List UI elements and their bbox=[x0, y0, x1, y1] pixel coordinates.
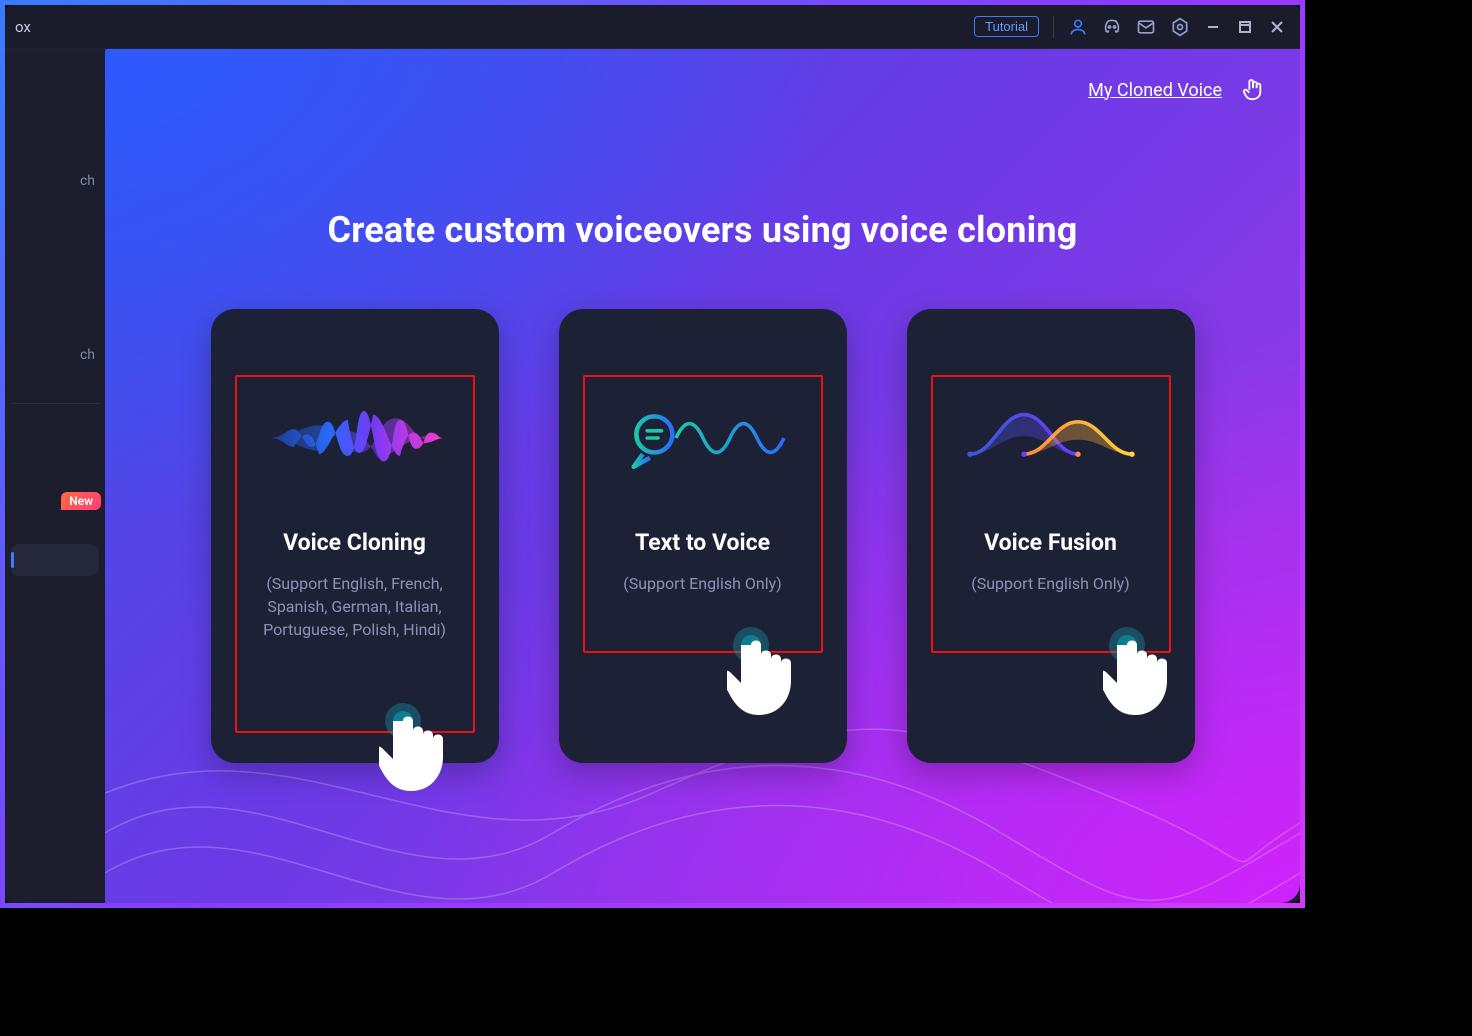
sidebar-item-selected[interactable] bbox=[11, 544, 99, 576]
sidebar-separator bbox=[11, 403, 99, 404]
body: ch ch New bbox=[5, 49, 1300, 903]
highlight-box: Text to Voice (Support English Only) bbox=[583, 375, 823, 653]
card-voice-cloning[interactable]: Voice Cloning (Support English, French, … bbox=[211, 309, 499, 763]
highlight-box: Voice Cloning (Support English, French, … bbox=[235, 375, 475, 733]
card-title: Text to Voice bbox=[635, 529, 770, 556]
maximize-button[interactable] bbox=[1236, 18, 1254, 36]
sidebar-item[interactable]: ch bbox=[5, 157, 105, 205]
card-subtitle: (Support English Only) bbox=[969, 572, 1132, 595]
settings-icon[interactable] bbox=[1170, 17, 1190, 37]
highlight-box: Voice Fusion (Support English Only) bbox=[931, 375, 1171, 653]
cards-row: Voice Cloning (Support English, French, … bbox=[105, 309, 1300, 763]
sidebar-item[interactable]: New bbox=[5, 476, 105, 526]
sidebar-item-label: ch bbox=[80, 347, 95, 363]
minimize-button[interactable] bbox=[1204, 18, 1222, 36]
feedback-icon[interactable] bbox=[1242, 77, 1264, 103]
voice-fusion-icon bbox=[961, 393, 1141, 483]
main-panel: My Cloned Voice Create custom voiceovers… bbox=[105, 49, 1300, 903]
app-title: ox bbox=[15, 18, 31, 36]
divider bbox=[1053, 16, 1054, 38]
new-badge: New bbox=[61, 492, 101, 510]
waveform-icon bbox=[265, 393, 445, 483]
user-icon[interactable] bbox=[1068, 17, 1088, 37]
card-voice-fusion[interactable]: Voice Fusion (Support English Only) bbox=[907, 309, 1195, 763]
card-subtitle: (Support English Only) bbox=[621, 572, 784, 595]
top-right-links: My Cloned Voice bbox=[1088, 77, 1264, 103]
card-title: Voice Cloning bbox=[283, 529, 426, 556]
card-title: Voice Fusion bbox=[984, 529, 1117, 556]
card-text-to-voice[interactable]: Text to Voice (Support English Only) bbox=[559, 309, 847, 763]
titlebar: ox Tutorial bbox=[5, 5, 1300, 49]
close-button[interactable] bbox=[1268, 18, 1286, 36]
text-to-voice-icon bbox=[613, 393, 793, 483]
mail-icon[interactable] bbox=[1136, 17, 1156, 37]
tutorial-button[interactable]: Tutorial bbox=[974, 16, 1039, 37]
discord-icon[interactable] bbox=[1102, 17, 1122, 37]
page-title: Create custom voiceovers using voice clo… bbox=[105, 209, 1300, 251]
sidebar-item[interactable]: ch bbox=[5, 331, 105, 379]
my-cloned-voice-link[interactable]: My Cloned Voice bbox=[1088, 80, 1222, 101]
sidebar: ch ch New bbox=[5, 49, 105, 903]
card-subtitle: (Support English, French, Spanish, Germa… bbox=[237, 572, 473, 642]
app-window: ox Tutorial bbox=[0, 0, 1305, 908]
sidebar-item-label: ch bbox=[80, 173, 95, 189]
